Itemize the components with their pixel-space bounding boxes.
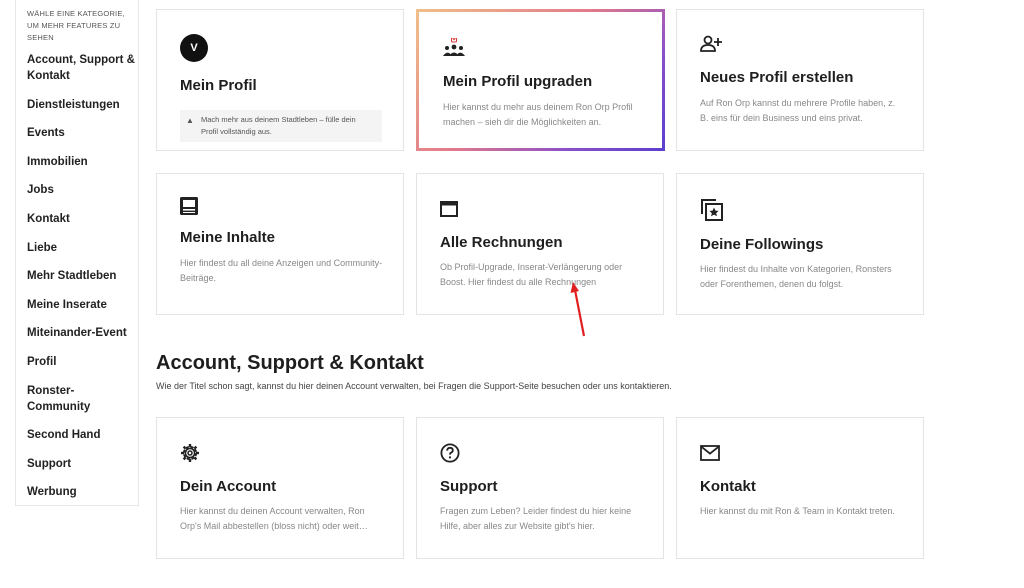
- card-desc: Fragen zum Leben? Leider findest du hier…: [440, 506, 632, 531]
- sidebar-item-meine-inserate[interactable]: Meine Inserate: [27, 297, 135, 313]
- card-title: Meine Inhalte: [180, 229, 276, 246]
- sidebar-hint: Wähle eine Kategorie, um mehr Features z…: [27, 9, 125, 42]
- card-dein-account[interactable]: Dein Account Hier kannst du deinen Accou…: [156, 417, 404, 559]
- sidebar-item-ronster-community[interactable]: Ronster-Community: [27, 383, 135, 415]
- sidebar-item-liebe[interactable]: Liebe: [27, 240, 135, 256]
- card-desc: Hier findest du Inhalte von Kategorien, …: [700, 264, 892, 289]
- card-deine-followings[interactable]: Deine Followings Hier findest du Inhalte…: [676, 173, 924, 315]
- sidebar-item-dienstleistungen[interactable]: Dienstleistungen: [27, 97, 135, 113]
- card-support[interactable]: Support Fragen zum Leben? Leider findest…: [416, 417, 664, 559]
- card-title: Deine Followings: [700, 236, 824, 253]
- question-icon: [440, 443, 460, 468]
- gear-icon: [180, 443, 200, 468]
- section-subtitle: Wie der Titel schon sagt, kannst du hier…: [156, 381, 672, 391]
- sidebar-item-jobs[interactable]: Jobs: [27, 182, 135, 198]
- card-kontakt[interactable]: Kontakt Hier kannst du mit Ron & Team in…: [676, 417, 924, 559]
- profile-incomplete-notice: ▲ Mach mehr aus deinem Stadtleben – füll…: [180, 110, 382, 142]
- sidebar-item-support[interactable]: Support: [27, 456, 135, 472]
- card-title: Support: [440, 478, 498, 495]
- sidebar-item-second-hand[interactable]: Second Hand: [27, 427, 135, 443]
- card-desc: Hier kannst du mit Ron & Team in Kontakt…: [700, 506, 895, 516]
- content-icon: [180, 197, 198, 220]
- card-desc: Hier kannst du deinen Account verwalten,…: [180, 506, 368, 531]
- card-desc: Ob Profil-Upgrade, Inserat-Verlängerung …: [440, 262, 623, 287]
- add-person-icon: [700, 35, 722, 58]
- sidebar-item-kontakt[interactable]: Kontakt: [27, 211, 135, 227]
- window-icon: [440, 201, 458, 222]
- card-meine-inhalte[interactable]: Meine Inhalte Hier findest du all deine …: [156, 173, 404, 315]
- card-alle-rechnungen[interactable]: Alle Rechnungen Ob Profil-Upgrade, Inser…: [416, 173, 664, 315]
- card-mein-profil[interactable]: V Mein Profil ▲ Mach mehr aus deinem Sta…: [156, 9, 404, 151]
- star-stack-icon: [700, 198, 724, 227]
- card-profil-upgraden[interactable]: Mein Profil upgraden Hier kannst du mehr…: [416, 9, 665, 151]
- card-title: Kontakt: [700, 478, 756, 495]
- sidebar-item-miteinander-event[interactable]: Miteinander-Event: [27, 325, 135, 341]
- card-desc: Auf Ron Orp kannst du mehrere Profile ha…: [700, 98, 896, 123]
- card-title: Mein Profil: [180, 77, 257, 94]
- section-title: Account, Support & Kontakt: [156, 352, 424, 374]
- sidebar-item-immobilien[interactable]: Immobilien: [27, 154, 135, 170]
- warning-icon: ▲: [186, 116, 194, 125]
- sidebar-item-werbung[interactable]: Werbung: [27, 484, 135, 500]
- annotation-arrow: [570, 282, 586, 337]
- sidebar-item-mehr-stadtleben[interactable]: Mehr Stadtleben: [27, 268, 135, 284]
- notice-text: Mach mehr aus deinem Stadtleben – fülle …: [201, 115, 356, 136]
- card-title: Neues Profil erstellen: [700, 69, 854, 86]
- sidebar-item-events[interactable]: Events: [27, 125, 135, 141]
- sidebar-item-profil[interactable]: Profil: [27, 354, 135, 370]
- mail-icon: [700, 445, 720, 466]
- category-sidebar: Wähle eine Kategorie, um mehr Features z…: [15, 0, 139, 506]
- card-title: Alle Rechnungen: [440, 234, 563, 251]
- card-title: Mein Profil upgraden: [443, 73, 593, 90]
- people-upgrade-icon: [443, 37, 465, 63]
- card-title: Dein Account: [180, 478, 277, 495]
- sidebar-item-account-support-kontakt[interactable]: Account, Support & Kontakt: [27, 52, 135, 84]
- card-desc: Hier findest du all deine Anzeigen und C…: [180, 258, 383, 283]
- card-desc: Hier kannst du mehr aus deinem Ron Orp P…: [443, 102, 633, 127]
- profile-avatar: V: [180, 34, 208, 62]
- card-neues-profil[interactable]: Neues Profil erstellen Auf Ron Orp kanns…: [676, 9, 924, 151]
